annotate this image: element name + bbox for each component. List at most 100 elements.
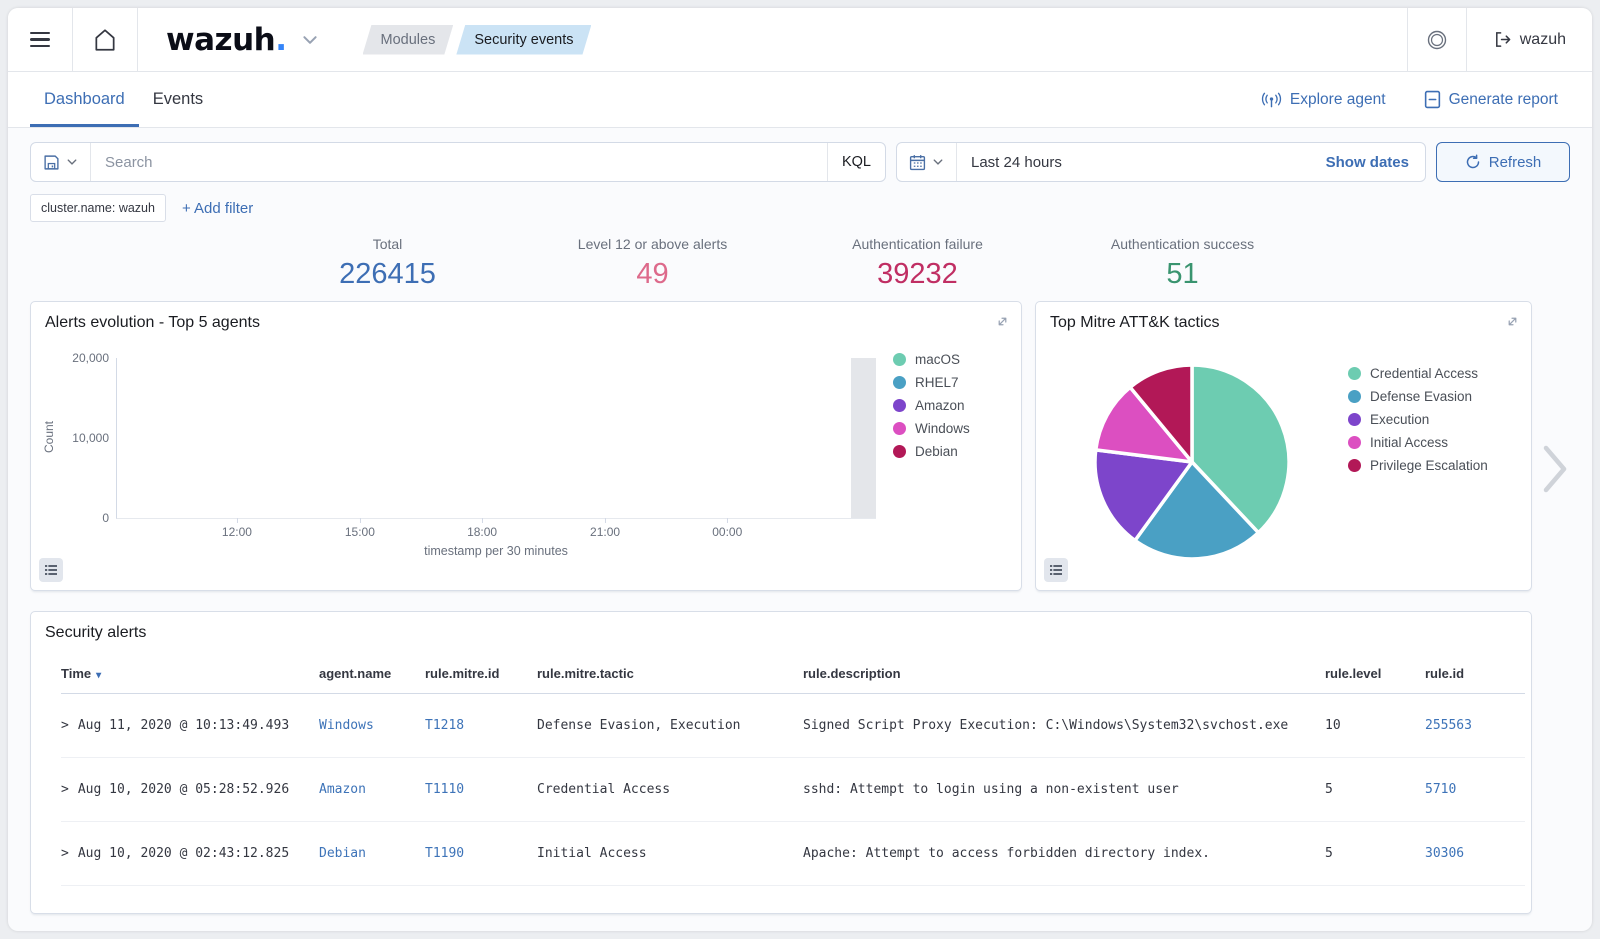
table-row: >Aug 10, 2020 @ 05:28:52.926Amazon T1110 C… xyxy=(61,758,1525,822)
legend-item[interactable]: Windows xyxy=(893,421,970,436)
legend-label: Amazon xyxy=(915,398,965,413)
legend-dot-icon xyxy=(893,376,906,389)
legend-item[interactable]: RHEL7 xyxy=(893,375,970,390)
generate-report-button[interactable]: Generate report xyxy=(1424,90,1558,109)
menu-button[interactable] xyxy=(8,8,72,72)
column-header-rule-mitre-tactic: rule.mitre.tactic xyxy=(537,656,803,694)
report-document-icon xyxy=(1424,90,1441,109)
cell-rule-mitre-id: T1110 xyxy=(425,758,537,822)
bar-plot xyxy=(117,358,876,518)
show-dates-button[interactable]: Show dates xyxy=(1310,154,1425,171)
query-bar: KQL Last 24 hours Show dates xyxy=(30,142,1570,182)
cluster-status-button[interactable] xyxy=(1408,8,1466,72)
user-menu[interactable]: wazuh xyxy=(1467,30,1592,49)
legend-item[interactable]: Privilege Escalation xyxy=(1348,458,1488,473)
legend-dot-icon xyxy=(893,353,906,366)
chevron-down-icon xyxy=(66,156,78,168)
cell-link[interactable]: Debian xyxy=(319,846,366,861)
refresh-icon xyxy=(1465,154,1481,170)
cell-link[interactable]: T1190 xyxy=(425,846,464,861)
cell-rule-mitre-tactic: Credential Access xyxy=(537,758,803,822)
bar-chart-legend: macOS RHEL7 Amazon Windows Debian xyxy=(893,352,970,459)
home-icon xyxy=(92,27,118,53)
expand-icon xyxy=(995,314,1010,329)
expand-row-icon[interactable]: > xyxy=(61,718,69,733)
legend-dot-icon xyxy=(1348,367,1361,380)
expand-row-icon[interactable]: > xyxy=(61,782,69,797)
cell-link[interactable]: Windows xyxy=(319,718,374,733)
legend-item[interactable]: Debian xyxy=(893,444,970,459)
module-tabbar: Dashboard Events Explore agent Generate … xyxy=(8,72,1592,128)
y-axis-label: Count xyxy=(42,421,56,453)
cell-link[interactable]: 255563 xyxy=(1425,718,1472,733)
panel-title: Top Mitre ATT&K tactics xyxy=(1050,314,1220,332)
next-panel-button[interactable] xyxy=(1540,443,1570,495)
legend-label: Privilege Escalation xyxy=(1370,458,1488,473)
cell-rule-level: 5 xyxy=(1325,822,1425,886)
search-input[interactable] xyxy=(91,154,827,171)
expand-panel-button[interactable] xyxy=(991,310,1013,332)
x-axis-title: timestamp per 30 minutes xyxy=(116,544,876,558)
home-button[interactable] xyxy=(73,8,137,72)
legend-item[interactable]: Execution xyxy=(1348,412,1488,427)
logo-dropdown[interactable]: wazuh. xyxy=(138,22,337,58)
breadcrumb-security-events[interactable]: Security events xyxy=(456,25,591,55)
inspect-data-button[interactable] xyxy=(1044,558,1068,582)
cell-rule-level: 10 xyxy=(1325,694,1425,758)
stat-auth-failure-value[interactable]: 39232 xyxy=(785,258,1050,291)
cell-time: >Aug 10, 2020 @ 05:28:52.926 xyxy=(61,758,319,822)
cell-link[interactable]: T1218 xyxy=(425,718,464,733)
legend-item[interactable]: macOS xyxy=(893,352,970,367)
quick-select-button[interactable] xyxy=(897,143,957,181)
y-axis-tick: 0 xyxy=(102,511,109,525)
breadcrumb: Modules Security events xyxy=(363,25,595,55)
tab-events[interactable]: Events xyxy=(139,72,217,127)
table-body: >Aug 11, 2020 @ 10:13:49.493WindowsT1218… xyxy=(61,694,1525,886)
explore-agent-button[interactable]: Explore agent xyxy=(1261,91,1386,109)
ring-icon xyxy=(1426,29,1448,51)
cell-rule-description: Apache: Attempt to access forbidden dire… xyxy=(803,822,1325,886)
pie-chart-legend: Credential Access Defense Evasion Executio… xyxy=(1348,366,1488,473)
column-header-time[interactable]: Time▾ xyxy=(61,656,319,694)
legend-item[interactable]: Defense Evasion xyxy=(1348,389,1488,404)
wazuh-logo: wazuh. xyxy=(166,22,287,58)
cell-rule-mitre-tactic: Defense Evasion, Execution xyxy=(537,694,803,758)
filter-chip-cluster-name[interactable]: cluster.name: wazuh xyxy=(30,194,166,222)
legend-item[interactable]: Credential Access xyxy=(1348,366,1488,381)
cell-rule-description: sshd: Attempt to login using a non-exist… xyxy=(803,758,1325,822)
cell-rule-id: 30306 xyxy=(1425,822,1525,886)
cell-link[interactable]: Amazon xyxy=(319,782,366,797)
list-icon xyxy=(44,563,58,577)
tab-dashboard[interactable]: Dashboard xyxy=(30,72,139,127)
breadcrumb-modules[interactable]: Modules xyxy=(363,25,454,55)
alerts-evolution-panel: Alerts evolution - Top 5 agents Count 01… xyxy=(30,301,1022,591)
panel-title: Security alerts xyxy=(45,624,146,642)
legend-dot-icon xyxy=(1348,390,1361,403)
cell-link[interactable]: 30306 xyxy=(1425,846,1464,861)
chevron-down-icon xyxy=(301,31,319,49)
legend-dot-icon xyxy=(1348,436,1361,449)
stat-level12-value[interactable]: 49 xyxy=(520,258,785,291)
saved-queries-button[interactable] xyxy=(31,143,91,181)
inspect-data-button[interactable] xyxy=(39,558,63,582)
calendar-icon xyxy=(909,154,926,171)
legend-dot-icon xyxy=(1348,459,1361,472)
expand-row-icon[interactable]: > xyxy=(61,846,69,861)
legend-item[interactable]: Initial Access xyxy=(1348,435,1488,450)
legend-label: Execution xyxy=(1370,412,1429,427)
time-range-value[interactable]: Last 24 hours xyxy=(957,154,1310,171)
expand-panel-button[interactable] xyxy=(1501,310,1523,332)
kql-toggle[interactable]: KQL xyxy=(827,143,885,181)
stat-auth-success-value[interactable]: 51 xyxy=(1050,258,1315,291)
add-filter-button[interactable]: + Add filter xyxy=(182,200,253,217)
stat-auth-success: Authentication success 51 xyxy=(1050,236,1315,291)
top-navigation-bar: wazuh. Modules Security events xyxy=(8,8,1592,72)
legend-label: macOS xyxy=(915,352,960,367)
cell-link[interactable]: 5710 xyxy=(1425,782,1456,797)
refresh-button[interactable]: Refresh xyxy=(1436,142,1570,182)
cell-link[interactable]: T1110 xyxy=(425,782,464,797)
legend-item[interactable]: Amazon xyxy=(893,398,970,413)
legend-dot-icon xyxy=(893,445,906,458)
stat-total-value[interactable]: 226415 xyxy=(255,258,520,291)
stat-auth-failure: Authentication failure 39232 xyxy=(785,236,1050,291)
